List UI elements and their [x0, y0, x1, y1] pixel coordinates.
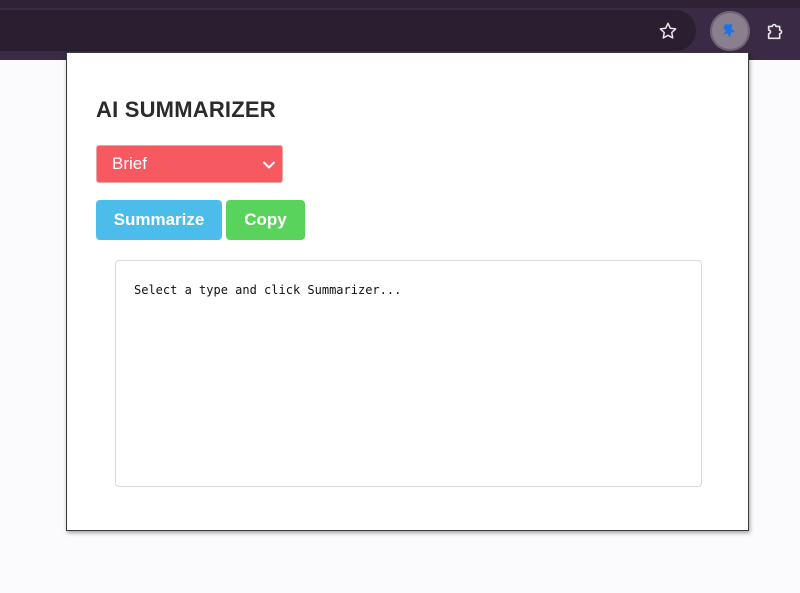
extensions-menu-button[interactable]: [756, 11, 796, 51]
summary-type-value: Brief: [112, 154, 147, 173]
extension-pin-icon: [723, 24, 735, 38]
extension-popup: AI SUMMARIZER Brief Summarize Copy Selec…: [66, 52, 749, 531]
summary-result-box[interactable]: Select a type and click Summarizer...: [115, 260, 702, 487]
popup-title: AI SUMMARIZER: [96, 97, 276, 122]
browser-toolbar: [0, 0, 800, 60]
extensions-puzzle-icon: [767, 23, 783, 40]
summarizer-extension-button[interactable]: [710, 11, 750, 51]
star-icon: [659, 22, 677, 39]
copy-button[interactable]: Copy: [226, 200, 305, 240]
chevron-down-icon: [263, 161, 275, 169]
bookmark-star-button[interactable]: [652, 15, 684, 47]
tab-strip: [0, 0, 800, 8]
address-bar[interactable]: [0, 10, 696, 51]
summarize-button[interactable]: Summarize: [96, 200, 222, 240]
summary-result-text: Select a type and click Summarizer...: [134, 283, 402, 297]
summary-type-select[interactable]: Brief: [96, 145, 283, 183]
